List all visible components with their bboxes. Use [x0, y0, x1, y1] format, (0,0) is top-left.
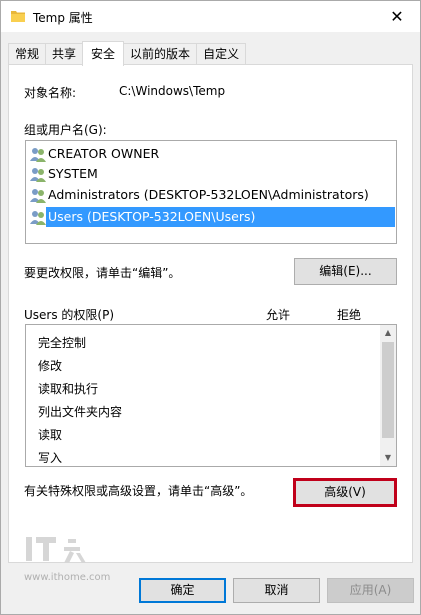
tab-strip: 常规 共享 安全 以前的版本 自定义: [8, 41, 247, 66]
title-bar: Temp 属性 ✕: [1, 1, 420, 32]
list-item: 列出文件夹内容: [38, 405, 123, 419]
watermark-url: www.ithome.com: [24, 572, 111, 583]
tab-previous-versions[interactable]: 以前的版本: [123, 43, 198, 65]
edit-button[interactable]: 编辑(E)...: [294, 258, 397, 285]
scrollbar-thumb[interactable]: [382, 342, 394, 438]
tab-general[interactable]: 常规: [8, 43, 47, 65]
list-item: 读取和执行: [38, 382, 99, 396]
object-name-value: C:\Windows\Temp: [119, 84, 226, 98]
folder-icon: [11, 11, 25, 22]
deny-column-header: 拒绝: [337, 308, 362, 322]
user-group-icon: [30, 168, 46, 182]
list-item: 读取: [38, 428, 63, 442]
user-name: CREATOR OWNER: [48, 146, 160, 161]
object-name-label: 对象名称:: [24, 86, 77, 100]
tab-security[interactable]: 安全: [82, 41, 125, 66]
close-button[interactable]: ✕: [374, 1, 420, 32]
list-item-selected[interactable]: Users (DESKTOP-532LOEN\Users): [30, 207, 259, 227]
user-name: Administrators (DESKTOP-532LOEN\Administ…: [48, 187, 369, 202]
list-item: 写入: [38, 451, 63, 465]
ithome-logo-icon: [26, 537, 86, 563]
user-group-icon: [30, 211, 46, 225]
list-item: 完全控制: [38, 336, 87, 350]
apply-button[interactable]: 应用(A): [327, 578, 414, 603]
cancel-button[interactable]: 取消: [233, 578, 320, 603]
users-list[interactable]: CREATOR OWNER SYSTEM Administrators (DES…: [25, 140, 397, 244]
advanced-button[interactable]: 高级(V): [293, 478, 397, 507]
scroll-down-icon[interactable]: ▼: [380, 450, 396, 466]
list-item[interactable]: CREATOR OWNER: [30, 144, 159, 164]
properties-window: Temp 属性 ✕ 常规 共享 安全 以前的版本 自定义 对象名称: C:\Wi…: [0, 0, 421, 615]
user-group-icon: [30, 148, 46, 162]
list-item[interactable]: SYSTEM: [30, 164, 98, 184]
permissions-label: Users 的权限(P): [24, 308, 115, 322]
ok-button[interactable]: 确定: [139, 578, 226, 603]
user-group-icon: [30, 189, 46, 203]
allow-column-header: 允许: [266, 308, 291, 322]
advanced-hint: 有关特殊权限或高级设置，请单击“高级”。: [24, 484, 253, 498]
vertical-scrollbar[interactable]: ▲ ▼: [380, 325, 396, 466]
permissions-list[interactable]: 完全控制 修改 读取和执行 列出文件夹内容 读取 写入 ▲ ▼: [25, 324, 397, 467]
list-item: 修改: [38, 359, 63, 373]
users-list-label: 组或用户名(G):: [24, 123, 107, 137]
window-title: Temp 属性: [33, 11, 93, 25]
user-name: SYSTEM: [48, 166, 98, 181]
scroll-up-icon[interactable]: ▲: [380, 325, 396, 341]
user-name: Users (DESKTOP-532LOEN\Users): [48, 209, 256, 224]
tab-customize[interactable]: 自定义: [196, 43, 247, 65]
tab-sharing[interactable]: 共享: [45, 43, 84, 65]
list-item[interactable]: Administrators (DESKTOP-532LOEN\Administ…: [30, 185, 369, 205]
edit-hint: 要更改权限，请单击“编辑”。: [24, 266, 181, 280]
